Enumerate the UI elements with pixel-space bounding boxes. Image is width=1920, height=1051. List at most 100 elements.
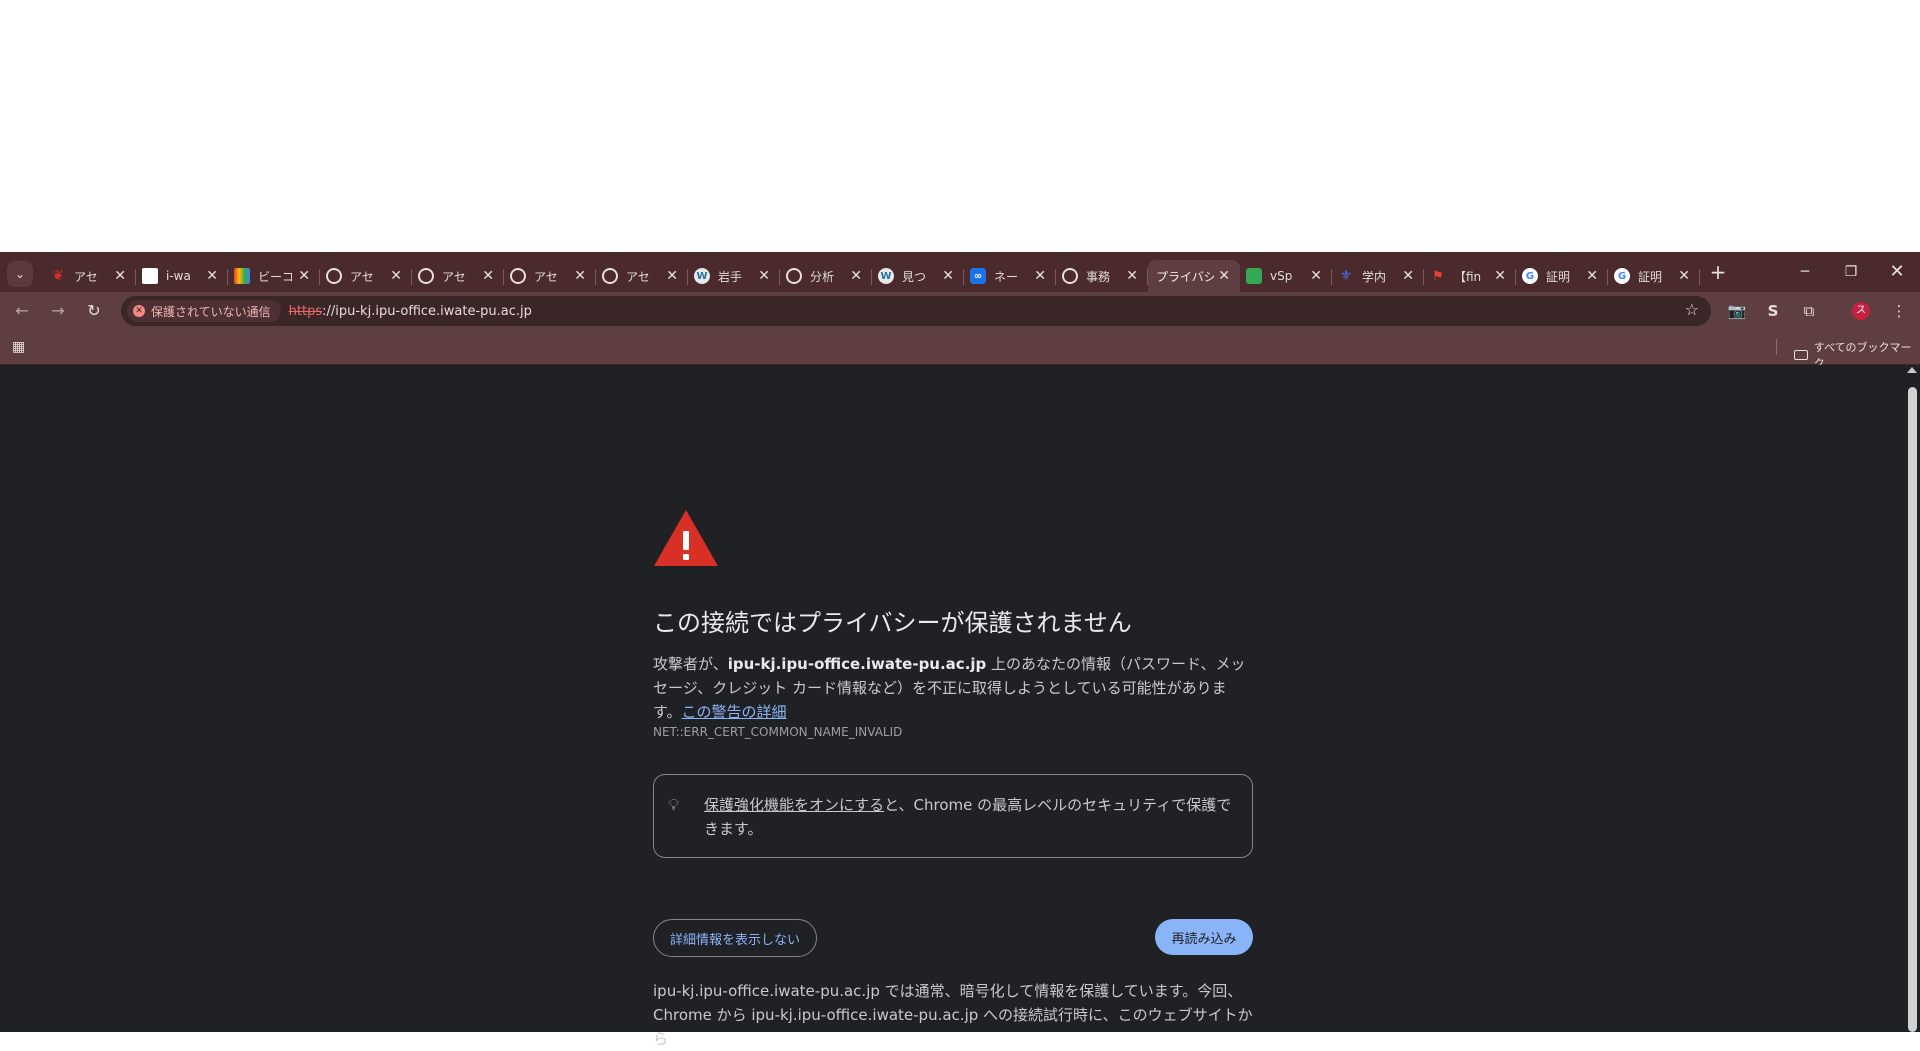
tab-close-icon[interactable]: ✕ [1126, 267, 1138, 285]
tab-title: i-wa [166, 269, 191, 283]
wordpress-icon: W [878, 268, 894, 284]
browser-tab[interactable]: ⚜ 学内 ✕ [1332, 260, 1424, 292]
scroll-up-arrow-icon[interactable] [1907, 367, 1917, 373]
browser-tab[interactable]: ∞ ネー ✕ [964, 260, 1056, 292]
tab-close-icon[interactable]: ✕ [482, 267, 494, 285]
bookmark-star-icon[interactable]: ☆ [1685, 300, 1699, 319]
not-secure-icon: ✕ [133, 305, 145, 317]
globe-icon [1062, 268, 1078, 284]
browser-tab[interactable]: アセ ✕ [412, 260, 504, 292]
security-chip-label: 保護されていない通信 [151, 304, 271, 319]
folder-icon [1794, 350, 1808, 360]
globe-icon [418, 268, 434, 284]
tab-title: プライバシ [1156, 269, 1214, 284]
tab-close-icon[interactable]: ✕ [1402, 267, 1414, 285]
tab-close-icon[interactable]: ✕ [850, 267, 862, 285]
security-chip[interactable]: ✕ 保護されていない通信 [127, 300, 281, 322]
google-icon: G [1522, 268, 1538, 284]
tab-close-icon[interactable]: ✕ [1586, 267, 1598, 285]
url-text: https://ipu-kj.ipu-office.iwate-pu.ac.jp [289, 304, 532, 319]
browser-tab[interactable]: プライバシ ✕ [1148, 260, 1240, 292]
enhanced-protection-box: 💡︎ 保護強化機能をオンにすると、Chrome の最高レベルのセキュリティで保護… [653, 774, 1253, 858]
hide-details-button[interactable]: 詳細情報を表示しない [653, 919, 818, 957]
tab-title: ビーコ [258, 269, 292, 284]
forward-button[interactable]: → [45, 298, 71, 324]
page-content: この接続ではプライバシーが保護されません 攻撃者が、ipu-kj.ipu-off… [0, 365, 1920, 1048]
tab-title: vSp [1270, 269, 1293, 283]
browser-tab[interactable]: 分析 ✕ [780, 260, 872, 292]
blank-area [0, 0, 1920, 252]
maple-leaf-icon: ❦ [52, 268, 64, 284]
browser-tab[interactable]: i-wa ✕ [136, 260, 228, 292]
scroll-thumb[interactable] [1908, 387, 1917, 1032]
infinity-icon: ∞ [970, 268, 986, 284]
bookmarks-divider [1776, 339, 1777, 355]
browser-tab[interactable]: アセ ✕ [320, 260, 412, 292]
tab-title: 分析 [810, 269, 835, 284]
tab-close-icon[interactable]: ✕ [1218, 267, 1230, 285]
tab-title: 事務 [1086, 269, 1111, 284]
tab-close-icon[interactable]: ✕ [298, 267, 310, 285]
tab-title: 学内 [1362, 269, 1387, 284]
reload-button[interactable]: ↻ [81, 298, 107, 324]
color-grid-icon [234, 268, 250, 284]
tab-close-icon[interactable]: ✕ [1494, 267, 1506, 285]
browser-tab[interactable]: 事務 ✕ [1056, 260, 1148, 292]
address-bar[interactable]: ✕ 保護されていない通信 https://ipu-kj.ipu-office.i… [121, 296, 1711, 326]
camera-icon[interactable]: 📷 [1724, 298, 1750, 324]
tab-title: アセ [626, 269, 650, 284]
globe-icon [602, 268, 618, 284]
tab-close-icon[interactable]: ✕ [390, 267, 402, 285]
tab-title: 証明 [1638, 269, 1663, 284]
close-window-button[interactable]: ✕ [1874, 252, 1920, 292]
browser-tab[interactable]: ❦ アセ ✕ [44, 260, 136, 292]
tab-close-icon[interactable]: ✕ [206, 267, 218, 285]
tab-close-icon[interactable]: ✕ [666, 267, 678, 285]
crest-icon: ⚜ [1339, 268, 1353, 284]
back-button[interactable]: ← [9, 298, 35, 324]
reload-page-button[interactable]: 再読み込み [1155, 919, 1253, 955]
scrollbar[interactable] [1904, 365, 1920, 1032]
profile-avatar[interactable]: ス [1852, 302, 1870, 320]
google-icon: G [1614, 268, 1630, 284]
menu-kebab-icon[interactable]: ⋮ [1886, 298, 1912, 324]
tab-close-icon[interactable]: ✕ [1034, 267, 1046, 285]
tab-strip: ⌄ ❦ アセ ✕ i-wa ✕ ビーコ ✕ アセ ✕ アセ ✕ アセ ✕ アセ ✕ W 岩手 ✕ 分析 ✕ W 見つ ✕ ∞ ネ… [0, 252, 1920, 292]
desc-host: ipu-kj.ipu-office.iwate-pu.ac.jp [727, 655, 987, 673]
browser-tab[interactable]: ⚑ 【fin ✕ [1424, 260, 1516, 292]
tab-close-icon[interactable]: ✕ [574, 267, 586, 285]
minimize-button[interactable]: ─ [1782, 252, 1828, 292]
pin-icon: ⚑ [1432, 268, 1444, 284]
tab-close-icon[interactable]: ✕ [114, 267, 126, 285]
browser-tab[interactable]: W 岩手 ✕ [688, 260, 780, 292]
enhanced-protection-link[interactable]: 保護強化機能をオンにする [704, 796, 884, 814]
browser-tab[interactable]: アセ ✕ [504, 260, 596, 292]
warning-triangle-icon [654, 510, 718, 566]
tab-close-icon[interactable]: ✕ [1678, 267, 1690, 285]
browser-tab[interactable]: アセ ✕ [596, 260, 688, 292]
error-code: NET::ERR_CERT_COMMON_NAME_INVALID [653, 725, 903, 739]
browser-tab[interactable]: G 証明 ✕ [1516, 260, 1608, 292]
tab-title: ネー [994, 269, 1019, 284]
tab-search-button[interactable]: ⌄ [7, 261, 33, 287]
browser-tab[interactable]: vSp ✕ [1240, 260, 1332, 292]
url-scheme: https [288, 303, 323, 319]
browser-tab[interactable]: G 証明 ✕ [1608, 260, 1700, 292]
new-tab-button[interactable]: + [1704, 258, 1732, 286]
learn-more-link[interactable]: この警告の詳細 [682, 703, 787, 721]
tab-close-icon[interactable]: ✕ [1310, 267, 1322, 285]
browser-tab[interactable]: ビーコ ✕ [228, 260, 320, 292]
url-host: ://ipu-kj.ipu-office.iwate-pu.ac.jp [322, 303, 532, 319]
restore-button[interactable]: ❐ [1828, 252, 1874, 292]
tab-close-icon[interactable]: ✕ [942, 267, 954, 285]
extensions-puzzle-icon[interactable]: ⧉ [1796, 298, 1822, 324]
page-title: この接続ではプライバシーが保護されません [653, 609, 1132, 637]
tab-title: アセ [534, 269, 558, 284]
desc-prefix: 攻撃者が、 [653, 655, 728, 673]
tab-close-icon[interactable]: ✕ [758, 267, 770, 285]
extension-s-icon[interactable]: S [1760, 298, 1786, 324]
browser-tab[interactable]: W 見つ ✕ [872, 260, 964, 292]
bookmarks-bar: ▦ すべてのブックマーク [0, 330, 1920, 370]
apps-grid-icon[interactable]: ▦ [12, 339, 28, 355]
details-text: ipu-kj.ipu-office.iwate-pu.ac.jp では通常、暗号… [653, 982, 1253, 1048]
